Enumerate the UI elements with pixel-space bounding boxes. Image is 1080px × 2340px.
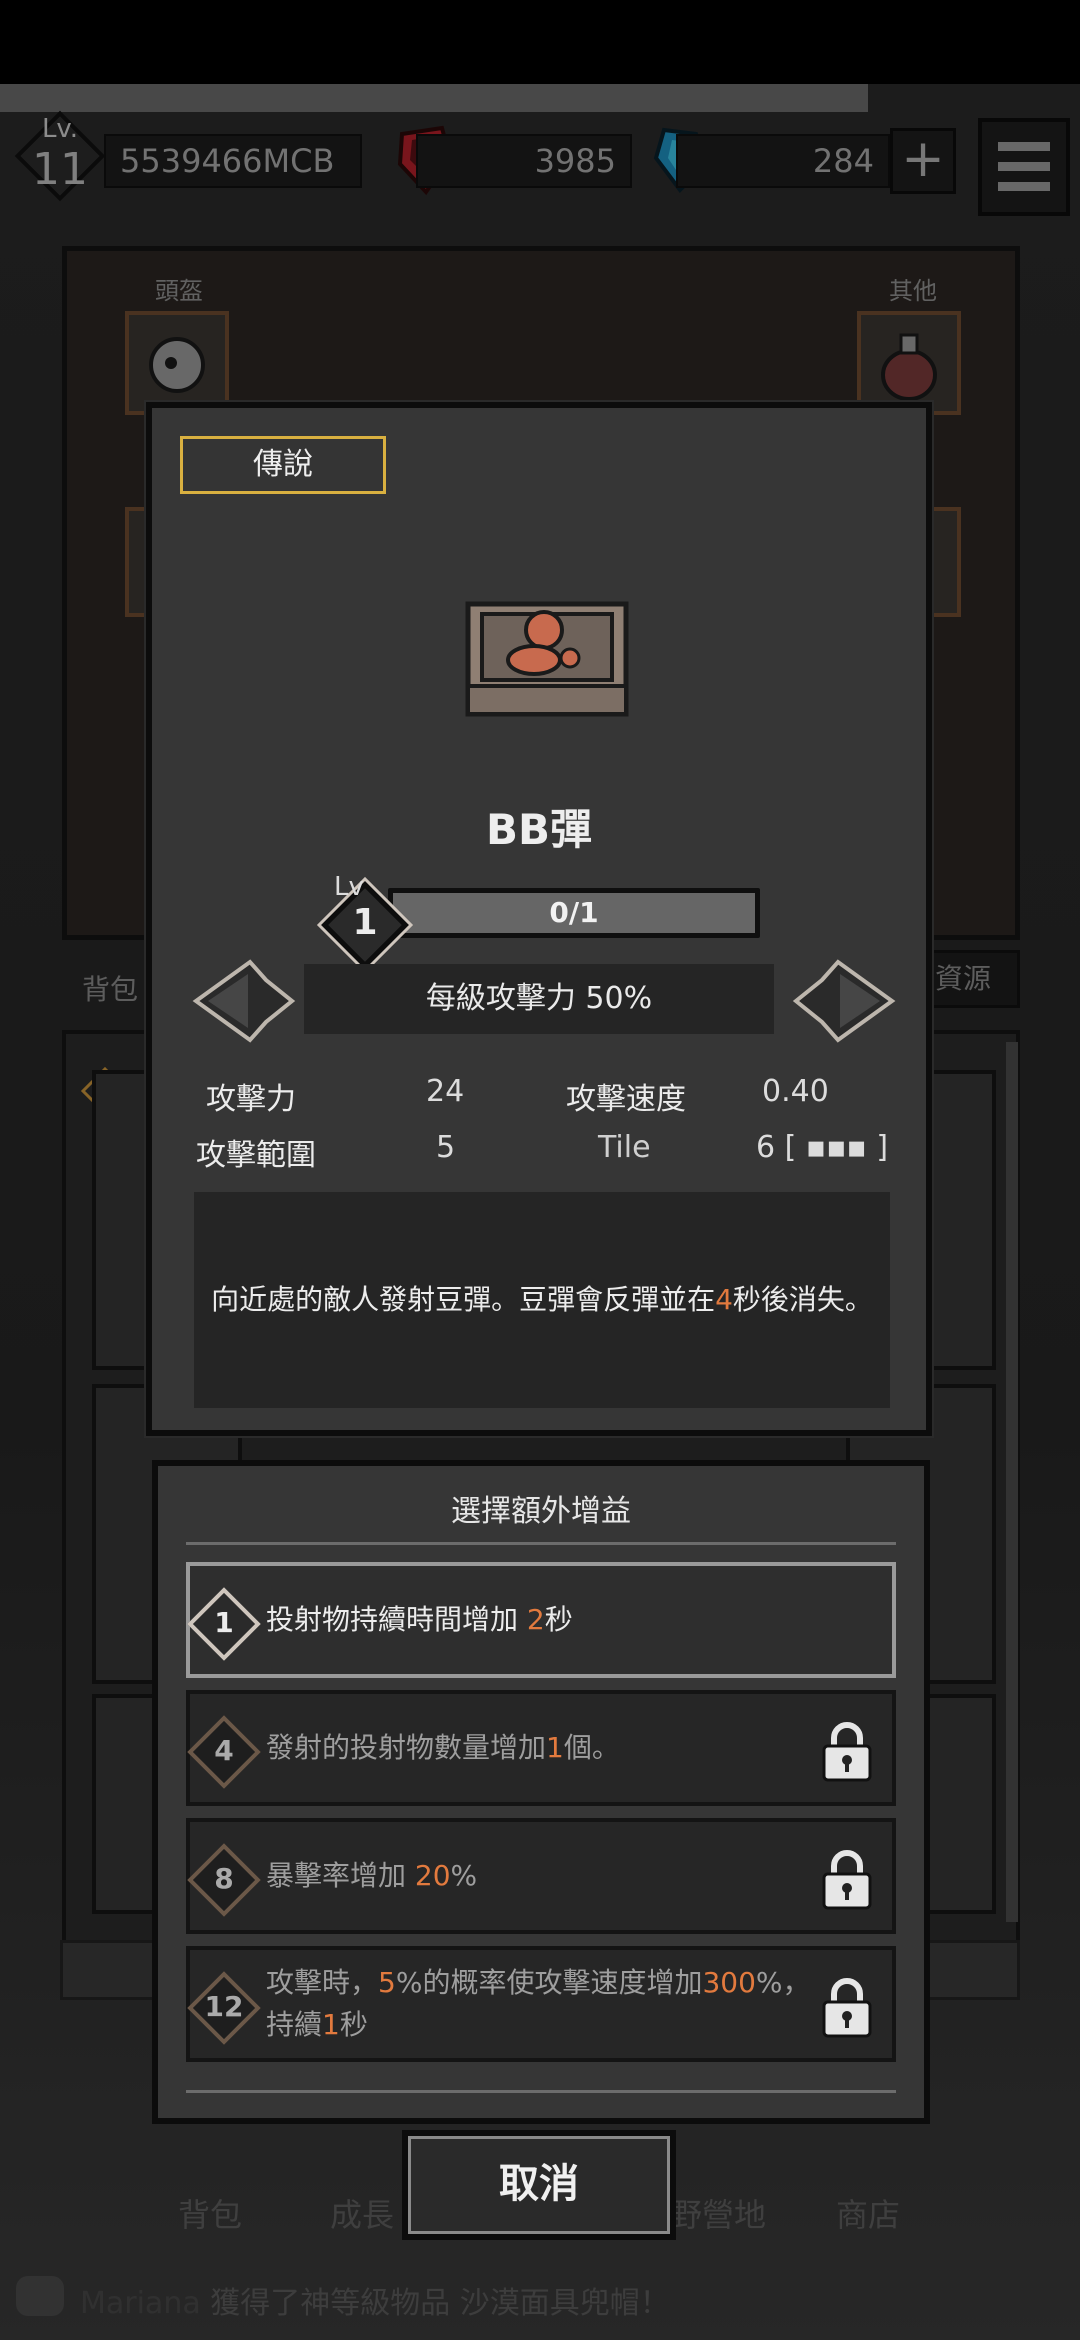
stat-range-label: 攻擊範圍 bbox=[196, 1138, 316, 1173]
rarity-badge: 傳說 bbox=[180, 436, 386, 494]
item-detail-modal: 傳說 BB彈 0/1 Lv 1 每級攻擊力 50% 攻擊力 24 攻擊速度 0.… bbox=[146, 402, 932, 1436]
bonus-text: %的概率使攻擊速度增加 bbox=[395, 1966, 703, 1999]
description-text: 向近處的敵人發射豆彈。豆彈會反彈並在 bbox=[211, 1283, 716, 1316]
bonus-highlight: 1 bbox=[322, 2008, 340, 2041]
bonus-text: 暴擊率增加 bbox=[266, 1859, 415, 1892]
description-highlight: 4 bbox=[715, 1283, 733, 1316]
bonus-level: 1 bbox=[214, 1606, 234, 1639]
divider bbox=[186, 2090, 896, 2093]
level-progress-text: 0/1 bbox=[549, 896, 599, 929]
description-text-end: 秒後消失。 bbox=[732, 1283, 873, 1316]
bonus-level-badge: 1 bbox=[186, 1586, 262, 1662]
cancel-button[interactable]: 取消 bbox=[402, 2130, 676, 2240]
bonus-text: 投射物持續時間增加 bbox=[266, 1603, 527, 1636]
lock-icon bbox=[822, 1722, 872, 1782]
bonus-text: 秒 bbox=[339, 2008, 368, 2041]
item-level: 1 bbox=[352, 902, 378, 943]
stat-tile-label: Tile bbox=[598, 1130, 651, 1165]
stat-range-value: 5 bbox=[436, 1130, 456, 1165]
item-description: 向近處的敵人發射豆彈。豆彈會反彈並在4秒後消失。 bbox=[194, 1192, 890, 1408]
status-bar bbox=[0, 0, 1080, 84]
bonus-level: 12 bbox=[204, 1990, 244, 2023]
bonus-text: %， bbox=[755, 1966, 811, 1999]
bonus-highlight: 2 bbox=[526, 1603, 545, 1636]
bonus-highlight: 20 bbox=[414, 1859, 451, 1892]
lock-icon bbox=[822, 1850, 872, 1910]
stat-attack-label: 攻擊力 bbox=[206, 1082, 296, 1117]
stat-attack-value: 24 bbox=[426, 1074, 465, 1109]
bb-pellet-item-icon bbox=[465, 601, 629, 717]
bonus-description: 發射的投射物數量增加1個。 bbox=[266, 1694, 826, 1802]
bonus-level-badge: 8 bbox=[186, 1842, 262, 1918]
bonus-level: 4 bbox=[214, 1734, 234, 1767]
bonus-option[interactable]: 1 投射物持續時間增加 2秒 bbox=[186, 1562, 896, 1678]
bonus-description: 攻擊時，5%的概率使攻擊速度增加300%， 持續1秒 bbox=[266, 1950, 826, 2058]
bonus-text: 發射的投射物數量增加 bbox=[266, 1731, 547, 1764]
item-level-badge: Lv 1 bbox=[320, 872, 410, 970]
bonus-description: 暴擊率增加 20% bbox=[266, 1822, 826, 1930]
item-name: BB彈 bbox=[485, 805, 593, 854]
previous-arrow-button[interactable] bbox=[192, 956, 296, 1046]
bonus-text: 秒 bbox=[544, 1603, 573, 1636]
stat-attack-speed-value: 0.40 bbox=[762, 1074, 829, 1109]
bonus-text: 持續 bbox=[266, 2008, 323, 2041]
bonus-level-badge: 4 bbox=[186, 1714, 262, 1790]
bonus-description: 投射物持續時間增加 2秒 bbox=[266, 1566, 826, 1674]
stat-tile-value: 6 [ ▪▪▪ ] bbox=[756, 1130, 889, 1165]
level-progress-bar: 0/1 bbox=[388, 888, 760, 938]
divider bbox=[186, 1542, 896, 1545]
bonus-highlight: 1 bbox=[546, 1731, 564, 1764]
bonus-option[interactable]: 12 攻擊時，5%的概率使攻擊速度增加300%， 持續1秒 bbox=[186, 1946, 896, 2062]
lock-icon bbox=[822, 1978, 872, 2038]
bonus-option[interactable]: 4 發射的投射物數量增加1個。 bbox=[186, 1690, 896, 1806]
bonus-text: % bbox=[450, 1859, 478, 1892]
stat-attack-speed-label: 攻擊速度 bbox=[566, 1082, 686, 1117]
bonus-text: 攻擊時， bbox=[266, 1966, 379, 1999]
bonus-text: 個。 bbox=[563, 1731, 620, 1764]
bonus-title: 選擇額外增益 bbox=[451, 1494, 631, 1529]
item-level-prefix: Lv bbox=[334, 872, 364, 902]
bonus-option[interactable]: 8 暴擊率增加 20% bbox=[186, 1818, 896, 1934]
bonus-level: 8 bbox=[214, 1862, 234, 1895]
bonus-highlight: 5 bbox=[378, 1966, 396, 1999]
bonus-level-badge: 12 bbox=[186, 1970, 262, 2046]
bonus-highlight: 300 bbox=[702, 1966, 756, 1999]
item-description-box: 向近處的敵人發射豆彈。豆彈會反彈並在4秒後消失。 bbox=[194, 1192, 890, 1408]
bonus-select-modal: 選擇額外增益 1 投射物持續時間增加 2秒 4 發射的投射物數量增加1個。 8 暴擊率增加… bbox=[152, 1460, 930, 2124]
next-arrow-button[interactable] bbox=[792, 956, 896, 1046]
upgrade-stat-label: 每級攻擊力 50% bbox=[304, 964, 774, 1034]
